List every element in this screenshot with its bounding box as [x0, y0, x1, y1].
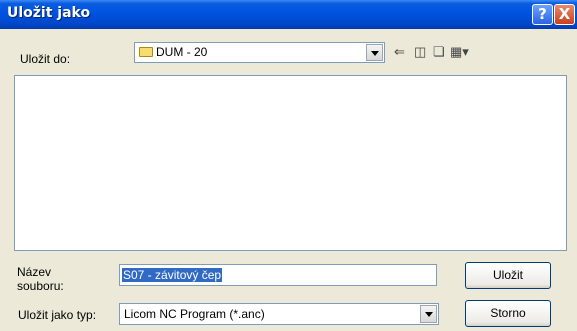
folder-icon: [139, 47, 153, 57]
filename-input[interactable]: S07 - závitový čep: [119, 264, 437, 286]
view-menu-icon[interactable]: ▦▾: [450, 45, 469, 59]
close-button[interactable]: X: [554, 4, 575, 25]
filetype-select[interactable]: Licom NC Program (*.anc): [119, 303, 439, 325]
cancel-button[interactable]: Storno: [465, 300, 551, 327]
back-arrow-icon[interactable]: ⇐: [394, 45, 405, 59]
save-button[interactable]: Uložit: [465, 262, 551, 289]
location-label: Uložit do:: [20, 52, 71, 66]
new-folder-icon[interactable]: ❏: [433, 45, 445, 59]
title-bar[interactable]: Uložit jako ? X: [0, 0, 577, 29]
filename-value: S07 - závitový čep: [122, 268, 223, 282]
chevron-down-icon[interactable]: [420, 305, 437, 323]
filetype-label: Uložit jako typ:: [18, 308, 97, 322]
filetype-value: Licom NC Program (*.anc): [124, 307, 265, 321]
up-folder-icon[interactable]: ◫: [414, 45, 426, 59]
location-select[interactable]: DUM - 20: [134, 42, 385, 63]
file-list[interactable]: [14, 75, 567, 251]
window-title: Uložit jako: [7, 5, 91, 21]
filename-label: Název souboru:: [17, 265, 64, 293]
location-value: DUM - 20: [156, 45, 208, 59]
save-as-dialog: Uložit jako ? X Uložit do: DUM - 20 ⇐ ◫ …: [0, 0, 577, 331]
chevron-down-icon[interactable]: [366, 44, 383, 61]
help-button[interactable]: ?: [532, 4, 553, 25]
